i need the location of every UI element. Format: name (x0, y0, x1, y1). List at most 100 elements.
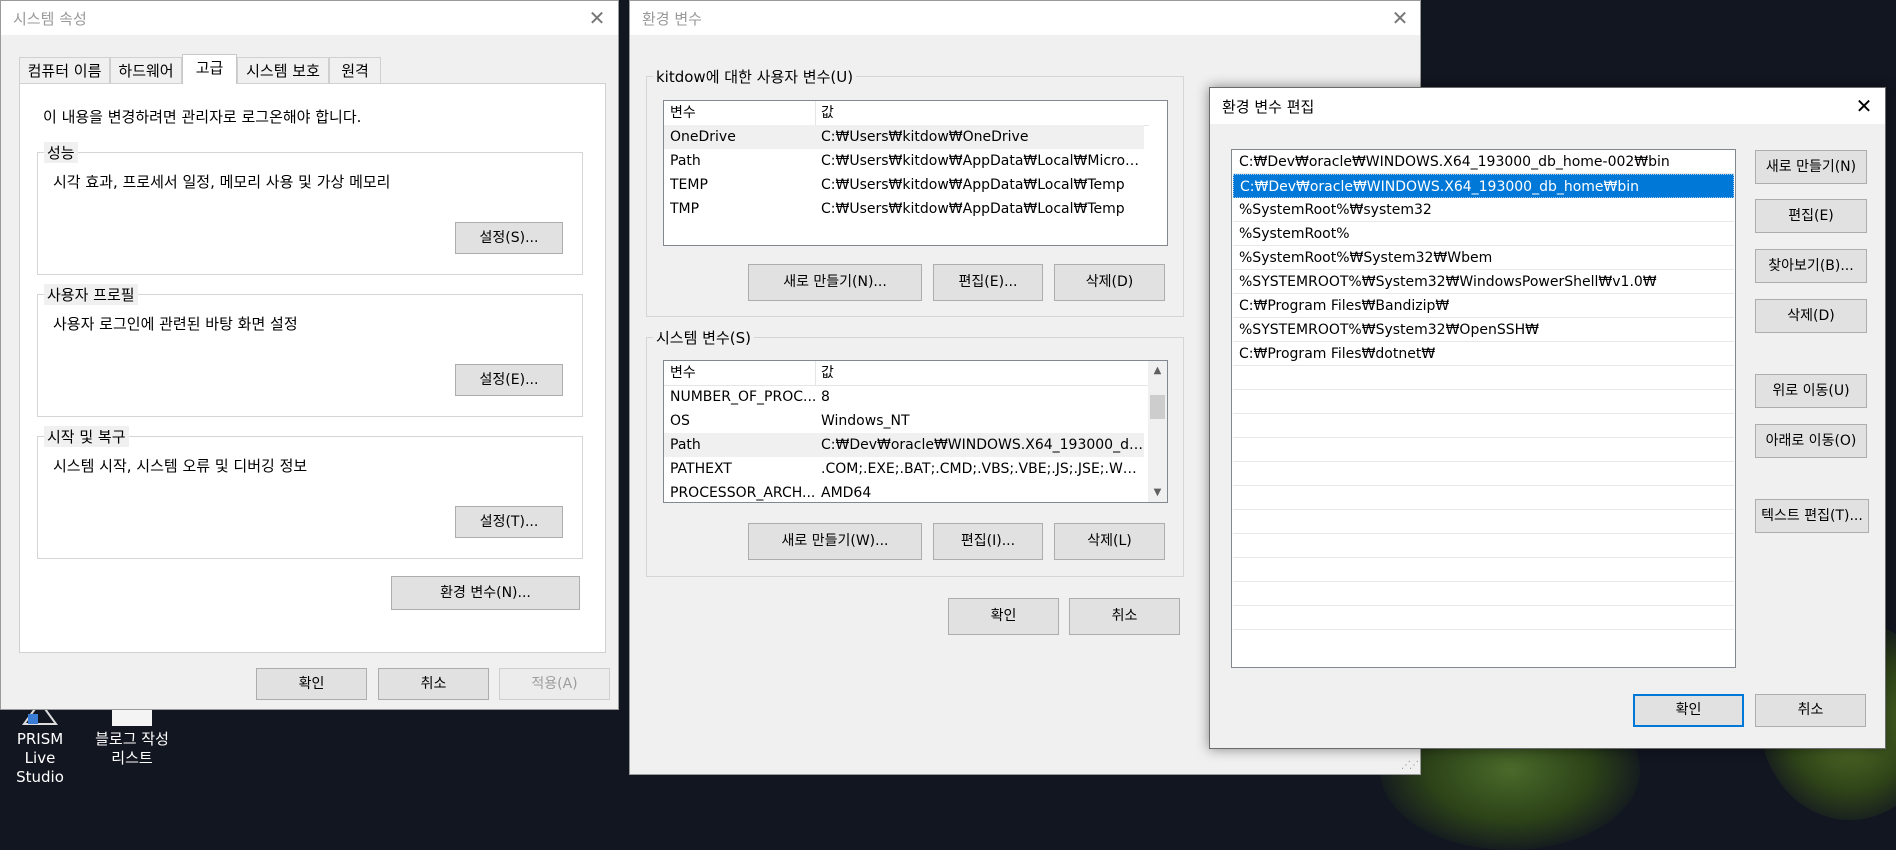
tab-system-protection[interactable]: 시스템 보호 (237, 57, 329, 83)
desktop-icon-blog-list[interactable]: 블로그 작성 리스트 (84, 700, 180, 768)
empty-row[interactable] (1233, 558, 1734, 582)
resize-grip-icon[interactable]: ⋰⋰ (1401, 760, 1419, 771)
group-label: 사용자 프로필 (44, 284, 138, 305)
close-icon[interactable]: ✕ (1387, 5, 1413, 31)
tab-advanced[interactable]: 고급 (182, 54, 237, 84)
column-header-value[interactable]: 값 (821, 361, 834, 385)
empty-row[interactable] (1233, 582, 1734, 606)
tab-remote[interactable]: 원격 (329, 57, 381, 83)
user-profile-group: 사용자 프로필 사용자 로그인에 관련된 바탕 화면 설정 설정(E)... (37, 284, 583, 417)
list-item[interactable]: PROCESSOR_ARCH... AMD64 (664, 481, 1144, 502)
cancel-button[interactable]: 취소 (1069, 598, 1180, 635)
performance-settings-button[interactable]: 설정(S)... (455, 222, 563, 254)
move-up-button[interactable]: 위로 이동(U) (1755, 374, 1867, 408)
variable-name: Path (670, 437, 701, 453)
desktop-icon-prism-live-studio[interactable]: PRISM Live Studio (0, 700, 80, 787)
startup-recovery-group: 시작 및 복구 시스템 시작, 시스템 오류 및 디버깅 정보 설정(T)... (37, 426, 583, 559)
empty-row[interactable] (1233, 462, 1734, 486)
list-header[interactable]: 변수 값 (664, 361, 1149, 386)
system-delete-button[interactable]: 삭제(L) (1054, 523, 1165, 560)
list-item[interactable]: %SystemRoot% (1233, 222, 1734, 246)
list-item[interactable]: Path C:₩Dev₩oracle₩WINDOWS.X64_193000_db… (664, 433, 1144, 457)
desktop-icon-label: 블로그 작성 (95, 730, 169, 748)
variable-value: C:₩Users₩kitdow₩OneDrive (821, 129, 1029, 145)
variable-name: TEMP (670, 177, 708, 193)
system-edit-button[interactable]: 편집(I)... (933, 523, 1043, 560)
list-item[interactable]: C:₩Dev₩oracle₩WINDOWS.X64_193000_db_home… (1233, 150, 1734, 174)
browse-button[interactable]: 찾아보기(B)... (1755, 249, 1867, 283)
variable-value: C:₩Users₩kitdow₩AppData₩Local₩Microsof..… (821, 153, 1141, 169)
user-new-button[interactable]: 새로 만들기(N)... (748, 264, 922, 301)
user-variables-group: kitdow에 대한 사용자 변수(U) 변수 값 OneDrive C:₩Us… (646, 66, 1184, 317)
column-header-name[interactable]: 변수 (670, 101, 818, 125)
list-item[interactable]: %SystemRoot%₩System32₩Wbem (1233, 246, 1734, 270)
edit-entry-button[interactable]: 편집(E) (1755, 199, 1867, 233)
vertical-scrollbar[interactable]: ▲ ▼ (1148, 361, 1167, 502)
tab-hardware[interactable]: 하드웨어 (110, 57, 182, 83)
delete-entry-button[interactable]: 삭제(D) (1755, 299, 1867, 333)
close-icon[interactable]: ✕ (1851, 93, 1877, 119)
empty-row[interactable] (1233, 390, 1734, 414)
variable-name: NUMBER_OF_PROC... (670, 389, 817, 405)
list-item[interactable]: Path C:₩Users₩kitdow₩AppData₩Local₩Micro… (664, 149, 1144, 173)
variable-name: Path (670, 153, 701, 169)
title-bar[interactable]: 환경 변수 ✕ (630, 1, 1420, 35)
scroll-thumb[interactable] (1150, 395, 1165, 419)
title-bar[interactable]: 환경 변수 편집 ✕ (1210, 88, 1885, 124)
system-variables-list[interactable]: 변수 값 NUMBER_OF_PROC... 8 OS Windows_NT P… (663, 360, 1168, 503)
desktop-icon-label: PRISM Live (16, 730, 64, 767)
empty-row[interactable] (1233, 414, 1734, 438)
list-item[interactable]: C:₩Program Files₩Bandizip₩ (1233, 294, 1734, 318)
startup-recovery-settings-button[interactable]: 설정(T)... (455, 506, 563, 538)
ok-button[interactable]: 확인 (948, 598, 1059, 635)
desktop-icon-label: 리스트 (111, 749, 153, 767)
move-down-button[interactable]: 아래로 이동(O) (1755, 424, 1867, 458)
list-item[interactable]: OneDrive C:₩Users₩kitdow₩OneDrive (664, 125, 1144, 149)
user-edit-button[interactable]: 편집(E)... (933, 264, 1043, 301)
list-item[interactable]: %SYSTEMROOT%₩System32₩OpenSSH₩ (1233, 318, 1734, 342)
list-header[interactable]: 변수 값 (664, 101, 1149, 126)
list-item[interactable]: TMP C:₩Users₩kitdow₩AppData₩Local₩Temp (664, 197, 1144, 221)
title-bar[interactable]: 시스템 속성 ✕ (1, 1, 618, 35)
list-item[interactable]: OS Windows_NT (664, 409, 1144, 433)
empty-row[interactable] (1233, 510, 1734, 534)
tab-computer-name[interactable]: 컴퓨터 이름 (19, 57, 110, 83)
empty-row[interactable] (1233, 366, 1734, 390)
advanced-tab-panel: 이 내용을 변경하려면 관리자로 로그온해야 합니다. 성능 시각 효과, 프로… (19, 83, 606, 653)
user-variables-list[interactable]: 변수 값 OneDrive C:₩Users₩kitdow₩OneDrive P… (663, 100, 1168, 246)
ok-button[interactable]: 확인 (1633, 694, 1744, 727)
list-item[interactable]: TEMP C:₩Users₩kitdow₩AppData₩Local₩Temp (664, 173, 1144, 197)
scroll-up-icon[interactable]: ▲ (1148, 361, 1167, 380)
list-item[interactable]: PATHEXT .COM;.EXE;.BAT;.CMD;.VBS;.VBE;.J… (664, 457, 1144, 481)
empty-row[interactable] (1233, 534, 1734, 558)
path-entries-list[interactable]: C:₩Dev₩oracle₩WINDOWS.X64_193000_db_home… (1231, 149, 1736, 668)
user-delete-button[interactable]: 삭제(D) (1054, 264, 1165, 301)
list-item[interactable]: C:₩Program Files₩dotnet₩ (1233, 342, 1734, 366)
cancel-button[interactable]: 취소 (378, 668, 489, 700)
cancel-button[interactable]: 취소 (1755, 694, 1866, 727)
environment-variables-button[interactable]: 환경 변수(N)... (391, 576, 580, 610)
variable-name: TMP (670, 201, 700, 217)
variable-name: OneDrive (670, 129, 736, 145)
empty-row[interactable] (1233, 486, 1734, 510)
user-profile-settings-button[interactable]: 설정(E)... (455, 364, 563, 396)
close-icon[interactable]: ✕ (584, 5, 610, 31)
list-item-selected[interactable]: C:₩Dev₩oracle₩WINDOWS.X64_193000_db_home… (1233, 174, 1734, 198)
new-entry-button[interactable]: 새로 만들기(N) (1755, 150, 1867, 184)
apply-button[interactable]: 적용(A) (499, 668, 610, 700)
group-description: 시각 효과, 프로세서 일정, 메모리 사용 및 가상 메모리 (53, 173, 391, 191)
system-new-button[interactable]: 새로 만들기(W)... (748, 523, 922, 560)
column-header-name[interactable]: 변수 (670, 361, 818, 385)
ok-button[interactable]: 확인 (256, 668, 367, 700)
system-variables-group: 시스템 변수(S) 변수 값 NUMBER_OF_PROC... 8 OS Wi… (646, 327, 1184, 577)
column-header-value[interactable]: 값 (821, 101, 834, 125)
empty-row[interactable] (1233, 606, 1734, 630)
list-item[interactable]: NUMBER_OF_PROC... 8 (664, 385, 1144, 409)
empty-row[interactable] (1233, 630, 1734, 654)
list-item[interactable]: %SYSTEMROOT%₩System32₩WindowsPowerShell₩… (1233, 270, 1734, 294)
edit-text-button[interactable]: 텍스트 편집(T)... (1755, 499, 1869, 533)
scroll-down-icon[interactable]: ▼ (1148, 483, 1167, 502)
empty-row[interactable] (1233, 438, 1734, 462)
variable-value: AMD64 (821, 485, 872, 501)
list-item[interactable]: %SystemRoot%₩system32 (1233, 198, 1734, 222)
